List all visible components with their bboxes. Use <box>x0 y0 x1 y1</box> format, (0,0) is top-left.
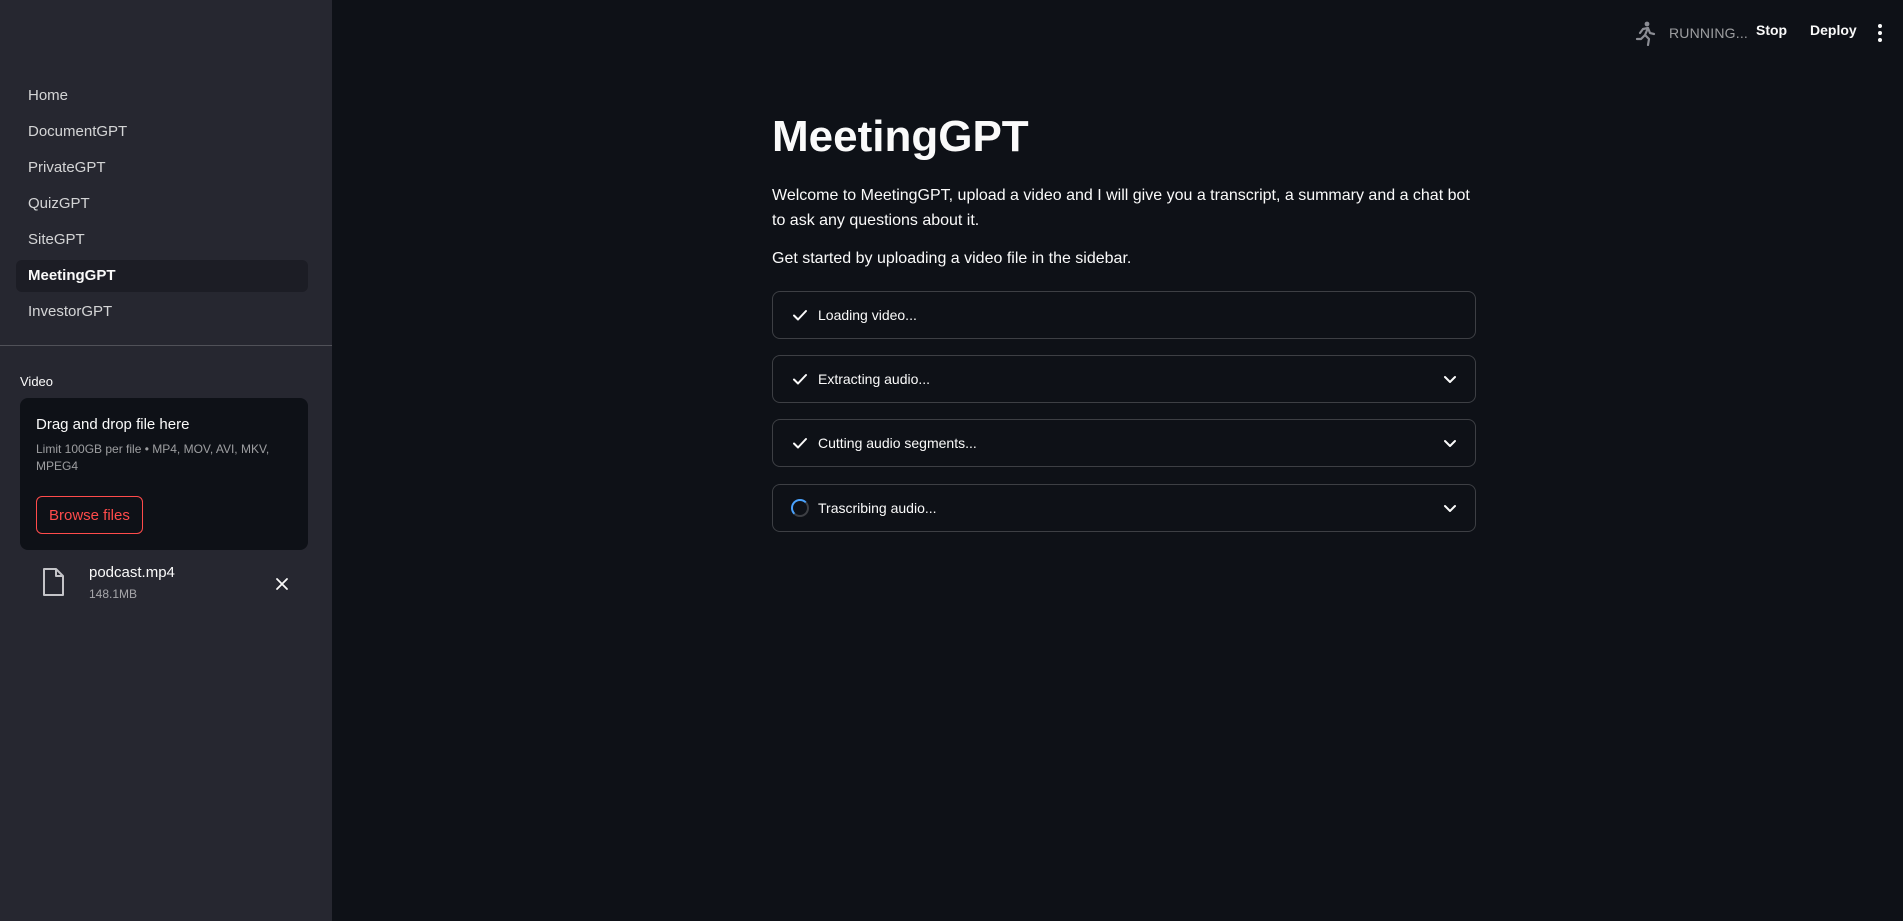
check-icon <box>793 310 807 321</box>
file-dropzone[interactable]: Drag and drop file here Limit 100GB per … <box>20 398 308 550</box>
sidebar-item-quizgpt[interactable]: QuizGPT <box>16 188 308 220</box>
browse-files-button[interactable]: Browse files <box>36 496 143 534</box>
deploy-button[interactable]: Deploy <box>1810 22 1857 38</box>
check-icon <box>793 438 807 449</box>
sidebar-item-home[interactable]: Home <box>16 80 308 112</box>
sidebar-item-sitegpt[interactable]: SiteGPT <box>16 224 308 256</box>
sidebar-item-privategpt[interactable]: PrivateGPT <box>16 152 308 184</box>
status-cutting-audio[interactable]: Cutting audio segments... <box>772 419 1476 467</box>
app-window: Home DocumentGPT PrivateGPT QuizGPT Site… <box>0 0 1903 921</box>
file-name: podcast.mp4 <box>89 564 175 581</box>
chevron-down-icon <box>1444 440 1456 447</box>
sidebar-nav: Home DocumentGPT PrivateGPT QuizGPT Site… <box>0 80 332 332</box>
stop-button[interactable]: Stop <box>1756 22 1787 38</box>
status-label: Loading video... <box>818 307 917 323</box>
sidebar-divider <box>0 345 332 346</box>
intro-text: Welcome to MeetingGPT, upload a video an… <box>772 187 1470 229</box>
sidebar-item-documentgpt[interactable]: DocumentGPT <box>16 116 308 148</box>
spinner-icon <box>791 499 809 517</box>
sidebar: Home DocumentGPT PrivateGPT QuizGPT Site… <box>0 0 332 921</box>
app-header: RUNNING... Stop Deploy <box>332 0 1903 64</box>
running-status-text: RUNNING... <box>1669 25 1748 41</box>
remove-file-button[interactable] <box>272 574 292 594</box>
close-icon <box>276 578 288 590</box>
uploaded-file: podcast.mp4 148.1MB <box>20 560 308 608</box>
status-label: Trascribing audio... <box>818 500 937 516</box>
kebab-dot <box>1878 24 1882 28</box>
status-extracting-audio[interactable]: Extracting audio... <box>772 355 1476 403</box>
status-loading-video[interactable]: Loading video... <box>772 291 1476 339</box>
kebab-dot <box>1878 38 1882 42</box>
instruction-text: Get started by uploading a video file in… <box>772 250 1132 267</box>
file-icon <box>43 568 64 596</box>
sidebar-item-meetinggpt[interactable]: MeetingGPT <box>16 260 308 292</box>
page-title: MeetingGPT <box>772 112 1029 161</box>
running-man-icon <box>1635 21 1656 46</box>
chevron-down-icon <box>1444 505 1456 512</box>
sidebar-item-investorgpt[interactable]: InvestorGPT <box>16 296 308 328</box>
dropzone-title: Drag and drop file here <box>36 416 190 433</box>
check-icon <box>793 374 807 385</box>
status-label: Cutting audio segments... <box>818 435 977 451</box>
dropzone-limit-text: Limit 100GB per file • MP4, MOV, AVI, MK… <box>36 442 270 473</box>
kebab-dot <box>1878 31 1882 35</box>
uploader-label: Video <box>20 374 54 389</box>
status-label: Extracting audio... <box>818 371 931 387</box>
main-menu-button[interactable] <box>1872 22 1888 44</box>
status-transcribing-audio[interactable]: Trascribing audio... <box>772 484 1476 532</box>
file-size: 148.1MB <box>89 587 138 601</box>
chevron-down-icon <box>1444 376 1456 383</box>
